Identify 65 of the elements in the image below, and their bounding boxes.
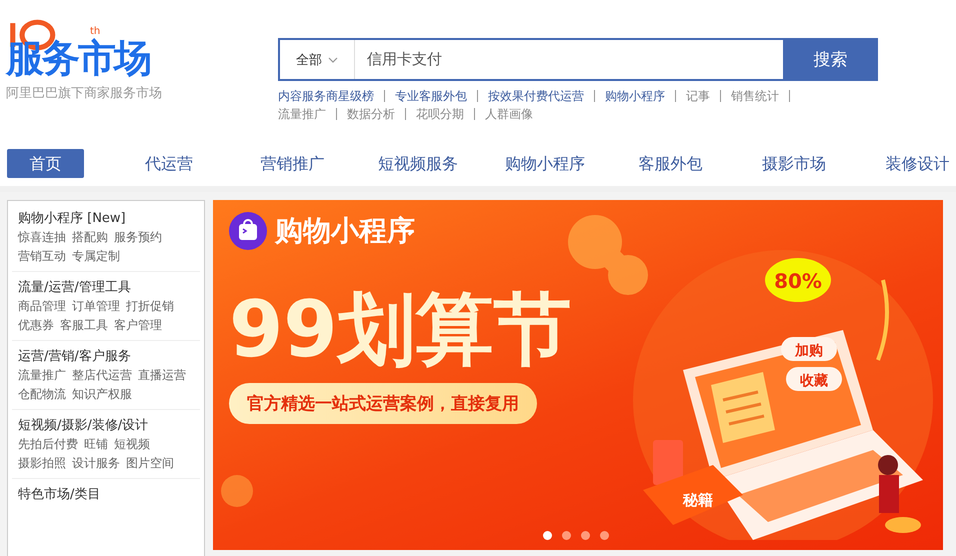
search-button[interactable]: 搜索 [783,38,878,81]
category-link[interactable]: 知识产权服 [72,385,132,404]
hot-search-link[interactable]: 数据分析 [347,107,395,121]
carousel-dot[interactable] [543,531,552,540]
banner-subtitle: 官方精选一站式运营案例，直接复用 [229,383,537,424]
hot-search-link[interactable]: 购物小程序 [605,89,665,103]
shopping-bag-icon [229,212,267,250]
banner-brand: 购物小程序 [275,213,415,249]
hot-search-link[interactable]: 花呗分期 [416,107,464,121]
category-link[interactable]: 打折促销 [126,297,174,316]
nav-tab[interactable]: 首页 [7,148,84,178]
category-title[interactable]: 短视频/摄影/装修/设计 [18,416,194,435]
nav-tab[interactable]: 摄影市场 [756,148,832,178]
chevron-down-icon [328,56,338,62]
category-link[interactable]: 搭配购 [72,228,108,247]
category-link[interactable]: 旺铺 [84,435,108,454]
carousel-dot[interactable] [600,531,609,540]
hot-search-link[interactable]: 流量推广 [278,107,326,121]
hot-search-link[interactable]: 内容服务商星级榜 [278,89,374,103]
cart-tag: 加购 [781,337,837,361]
category-link[interactable]: 流量推广 [18,366,66,385]
banner-headline: 99划算节 [229,285,572,375]
category-link[interactable]: 客户管理 [114,316,162,335]
decor-circle [221,475,253,507]
hot-search-link[interactable]: 人群画像 [485,107,533,121]
category-link[interactable]: 客服工具 [60,316,108,335]
category-link[interactable]: 直播运营 [138,366,186,385]
category-title[interactable]: 运营/营销/客户服务 [18,347,194,366]
hot-search-link[interactable]: 销售统计 [731,89,779,103]
category-link[interactable]: 服务预约 [114,228,162,247]
promo-banner[interactable]: 购物小程序 99划算节 官方精选一站式运营案例，直接复用 80% 加购 收藏 秘籍 [213,200,943,550]
nav-tab[interactable]: 装修设计 [879,148,956,178]
category-link[interactable]: 优惠券 [18,316,54,335]
nav-tab[interactable]: 购物小程序 [505,148,586,178]
hot-search-link[interactable]: 记事 [686,89,710,103]
category-link[interactable]: 先拍后付费 [18,435,78,454]
category-link[interactable]: 营销互动 [18,247,66,266]
search-field[interactable]: 信用卡支付 [355,40,783,79]
favorite-tag: 收藏 [786,367,842,391]
search-bar[interactable]: 全部 信用卡支付 搜索 [278,38,878,81]
category-title[interactable]: 特色市场/类目 [18,485,194,504]
category-link[interactable]: 短视频 [114,435,150,454]
category-link[interactable]: 惊喜连抽 [18,228,66,247]
logo-tagline: 阿里巴巴旗下商家服务市场 [6,85,163,102]
category-link[interactable]: 商品管理 [18,297,66,316]
hot-search-link[interactable]: 专业客服外包 [395,89,467,103]
clipboard-drawing [711,372,775,443]
nav-tab[interactable]: 代运营 [130,148,208,178]
category-link[interactable]: 整店代运营 [72,366,132,385]
hot-search-link[interactable]: 按效果付费代运营 [488,89,584,103]
category-title[interactable]: 流量/运营/管理工具 [18,278,194,297]
nav-tab[interactable]: 短视频服务 [378,148,458,178]
category-link[interactable]: 设计服务 [72,454,120,473]
discount-bubble: 80% [765,258,831,302]
category-link[interactable]: 摄影拍照 [18,454,66,473]
nav-tab[interactable]: 营销推广 [254,148,332,178]
nav-tab[interactable]: 客服外包 [632,148,709,178]
book-label: 秘籍 [683,491,713,509]
category-link[interactable]: 仓配物流 [18,385,66,404]
carousel-dot[interactable] [581,531,590,540]
category-link[interactable]: 订单管理 [72,297,120,316]
category-link[interactable]: 图片空间 [126,454,174,473]
carousel-dot[interactable] [562,531,571,540]
category-title[interactable]: 购物小程序 [New] [18,209,194,228]
category-link[interactable]: 专属定制 [72,247,120,266]
